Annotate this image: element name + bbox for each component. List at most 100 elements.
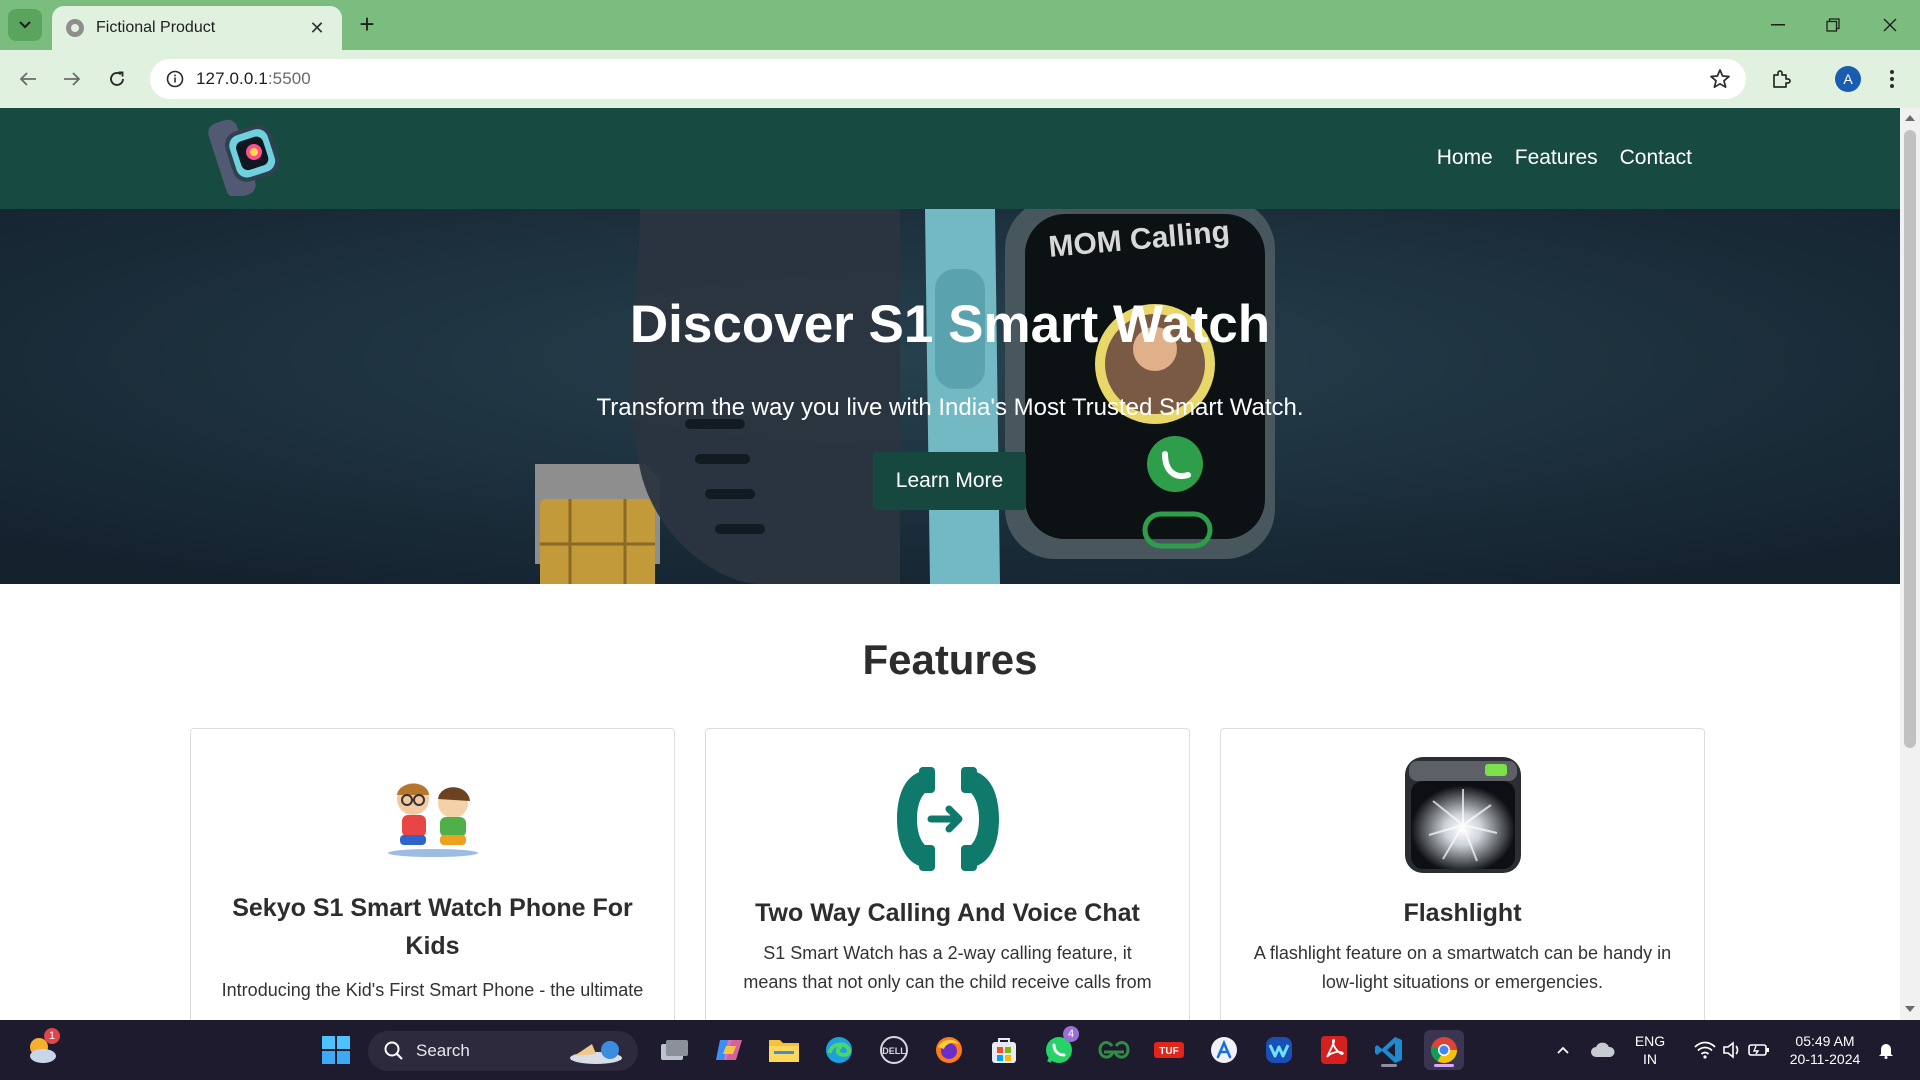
learn-more-button[interactable]: Learn More bbox=[873, 452, 1026, 510]
close-icon bbox=[1883, 18, 1897, 32]
more-vertical-icon bbox=[1890, 70, 1894, 88]
region-code: IN bbox=[1643, 1051, 1657, 1067]
hero-section: MOM Calling Discover S1 Smart Watch Tran… bbox=[0, 209, 1900, 584]
whatsapp-button[interactable]: 4 bbox=[1039, 1026, 1079, 1070]
app-store-button[interactable] bbox=[1204, 1030, 1244, 1070]
features-heading: Features bbox=[862, 636, 1038, 683]
geeksforgeeks-button[interactable] bbox=[1094, 1030, 1134, 1070]
feature-card-flashlight: Flashlight A flashlight feature on a sma… bbox=[1220, 728, 1705, 1020]
feature-card-description: Introducing the Kid's First Smart Phone … bbox=[221, 980, 644, 1000]
feature-card-kids: Sekyo S1 Smart Watch Phone For Kids Intr… bbox=[190, 728, 675, 1020]
two-way-call-icon bbox=[896, 767, 999, 871]
acrobat-button[interactable] bbox=[1314, 1030, 1354, 1070]
onedrive-button[interactable] bbox=[1583, 1030, 1623, 1070]
hero-title: Discover S1 Smart Watch bbox=[629, 295, 1271, 354]
site-header: Home Features Contact bbox=[0, 108, 1900, 209]
active-indicator bbox=[1434, 1064, 1454, 1067]
quick-settings-button[interactable] bbox=[1682, 1030, 1782, 1070]
cloud-icon bbox=[1591, 1042, 1615, 1057]
dell-icon: DELL bbox=[880, 1036, 908, 1064]
dell-app-button[interactable]: DELL bbox=[874, 1030, 914, 1070]
windows-icon bbox=[322, 1036, 350, 1064]
bookmark-star-icon[interactable] bbox=[1708, 67, 1732, 91]
chevron-down-icon bbox=[19, 21, 31, 29]
forward-button[interactable] bbox=[56, 63, 88, 95]
copilot-icon bbox=[716, 1040, 742, 1060]
pdf-icon bbox=[1321, 1036, 1347, 1064]
file-explorer-button[interactable] bbox=[764, 1030, 804, 1070]
minimize-button[interactable] bbox=[1758, 10, 1798, 40]
clock[interactable]: 05:49 AM 20-11-2024 bbox=[1780, 1032, 1870, 1068]
store-button[interactable] bbox=[984, 1030, 1024, 1070]
page-viewport: Home Features Contact MOM Calling Discov… bbox=[0, 108, 1900, 1020]
language-indicator[interactable]: ENG IN bbox=[1622, 1032, 1678, 1068]
feature-card-title: Two Way Calling And Voice Chat bbox=[755, 899, 1140, 927]
chevron-up-icon bbox=[1557, 1046, 1569, 1054]
search-icon bbox=[384, 1041, 403, 1060]
whatsapp-badge: 4 bbox=[1063, 1026, 1079, 1042]
smartwatch-logo[interactable] bbox=[208, 110, 292, 196]
arrow-right-icon bbox=[64, 72, 81, 86]
webex-icon bbox=[1266, 1037, 1292, 1063]
minimize-icon bbox=[1771, 24, 1785, 26]
extensions-button[interactable] bbox=[1766, 63, 1798, 95]
edge-button[interactable] bbox=[819, 1030, 859, 1070]
scrollbar-thumb[interactable] bbox=[1904, 130, 1916, 748]
close-window-button[interactable] bbox=[1870, 10, 1910, 40]
clock-time: 05:49 AM bbox=[1795, 1033, 1855, 1049]
scroll-down-arrow-icon[interactable] bbox=[1905, 1006, 1915, 1012]
feature-card-calling: Two Way Calling And Voice Chat S1 Smart … bbox=[705, 728, 1190, 1020]
svg-text:TUF: TUF bbox=[1159, 1046, 1178, 1057]
address-bar[interactable]: 127.0.0.1:5500 bbox=[150, 59, 1746, 99]
new-tab-button[interactable]: + bbox=[352, 10, 382, 40]
show-hidden-icons-button[interactable] bbox=[1543, 1030, 1583, 1070]
wifi-icon bbox=[1694, 1041, 1716, 1059]
scroll-up-arrow-icon[interactable] bbox=[1905, 115, 1915, 121]
vscode-button[interactable] bbox=[1369, 1030, 1409, 1070]
site-info-icon[interactable] bbox=[164, 68, 186, 90]
feature-card-title: Sekyo S1 Smart Watch Phone For Kids bbox=[232, 894, 633, 960]
tuf-app-button[interactable]: TUF bbox=[1149, 1030, 1189, 1070]
kids-icon bbox=[387, 783, 478, 857]
task-view-button[interactable] bbox=[654, 1030, 694, 1070]
taskbar-search[interactable]: Search bbox=[368, 1031, 638, 1071]
start-button[interactable] bbox=[316, 1030, 356, 1070]
webex-button[interactable] bbox=[1259, 1030, 1299, 1070]
reload-icon bbox=[110, 71, 124, 86]
battery-icon bbox=[1748, 1044, 1769, 1056]
chrome-icon bbox=[1430, 1037, 1458, 1064]
nav-contact-link[interactable]: Contact bbox=[1620, 146, 1692, 170]
task-view-icon bbox=[661, 1040, 688, 1060]
weather-widget-button[interactable]: 1 bbox=[22, 1028, 62, 1070]
feature-card-description: A flashlight feature on a smartwatch can… bbox=[1253, 943, 1672, 992]
store-icon bbox=[992, 1038, 1016, 1063]
firefox-button[interactable] bbox=[929, 1030, 969, 1070]
edge-icon bbox=[826, 1037, 852, 1063]
running-indicator bbox=[1381, 1064, 1397, 1067]
tab-search-button[interactable] bbox=[8, 9, 42, 41]
avatar: A bbox=[1835, 66, 1861, 92]
folder-icon bbox=[769, 1040, 799, 1062]
nav-features-link[interactable]: Features bbox=[1515, 146, 1598, 170]
close-tab-button[interactable]: ✕ bbox=[306, 18, 328, 39]
taskbar: 1 Search DELL 4 TUF ENG IN 05:49 AM 20-1… bbox=[0, 1020, 1920, 1080]
browser-tab-strip: Fictional Product ✕ + bbox=[0, 0, 1920, 50]
nav-home-link[interactable]: Home bbox=[1437, 146, 1493, 170]
clock-date: 20-11-2024 bbox=[1789, 1051, 1861, 1067]
tab-title: Fictional Product bbox=[96, 19, 216, 36]
notifications-button[interactable] bbox=[1868, 1030, 1904, 1070]
tuf-icon: TUF bbox=[1154, 1042, 1184, 1058]
restore-icon bbox=[1826, 18, 1840, 32]
arrow-left-icon bbox=[19, 72, 36, 86]
globe-icon bbox=[66, 19, 84, 37]
volume-icon bbox=[1723, 1041, 1739, 1059]
browser-menu-button[interactable] bbox=[1876, 63, 1908, 95]
browser-tab[interactable]: Fictional Product ✕ bbox=[52, 6, 342, 50]
restore-button[interactable] bbox=[1813, 10, 1853, 40]
back-button[interactable] bbox=[12, 63, 44, 95]
chrome-button[interactable] bbox=[1424, 1030, 1464, 1070]
copilot-button[interactable] bbox=[709, 1030, 749, 1070]
profile-button[interactable]: A bbox=[1832, 63, 1864, 95]
page-scrollbar[interactable] bbox=[1900, 108, 1920, 1020]
reload-button[interactable] bbox=[101, 63, 133, 95]
